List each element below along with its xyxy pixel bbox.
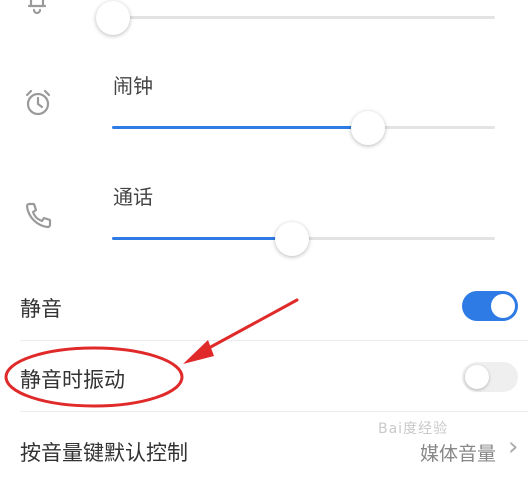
slider-track-top[interactable] bbox=[112, 16, 495, 19]
mute-switch-knob bbox=[491, 294, 515, 318]
slider-thumb-top[interactable] bbox=[96, 1, 130, 35]
chevron-right-icon[interactable]: › bbox=[508, 432, 518, 462]
alarm-clock-icon bbox=[21, 86, 55, 120]
watermark: Bai度经验 bbox=[378, 421, 449, 437]
phone-icon bbox=[21, 198, 55, 232]
vibrate-when-muted-switch[interactable] bbox=[462, 362, 518, 392]
slider-fill-alarm bbox=[112, 126, 368, 129]
slider-thumb-call[interactable] bbox=[275, 222, 309, 256]
slider-thumb-alarm[interactable] bbox=[351, 111, 385, 145]
divider-2 bbox=[20, 411, 528, 412]
mute-label: 静音 bbox=[20, 297, 62, 321]
slider-label-call: 通话 bbox=[113, 185, 153, 209]
volume-key-label[interactable]: 按音量键默认控制 bbox=[20, 437, 188, 467]
annotation-arrow-shaft bbox=[194, 298, 299, 357]
bell-off-icon bbox=[20, 0, 54, 18]
vibrate-when-muted-label: 静音时振动 bbox=[20, 368, 125, 392]
slider-track-alarm[interactable] bbox=[112, 126, 495, 129]
slider-fill-call bbox=[112, 237, 292, 240]
mute-switch[interactable] bbox=[462, 291, 518, 321]
volume-key-value[interactable]: 媒体音量 bbox=[420, 439, 496, 466]
annotation-arrow-head bbox=[183, 340, 214, 364]
slider-label-alarm: 闹钟 bbox=[113, 74, 153, 98]
vibrate-switch-knob bbox=[465, 365, 489, 389]
divider-1 bbox=[20, 340, 528, 341]
